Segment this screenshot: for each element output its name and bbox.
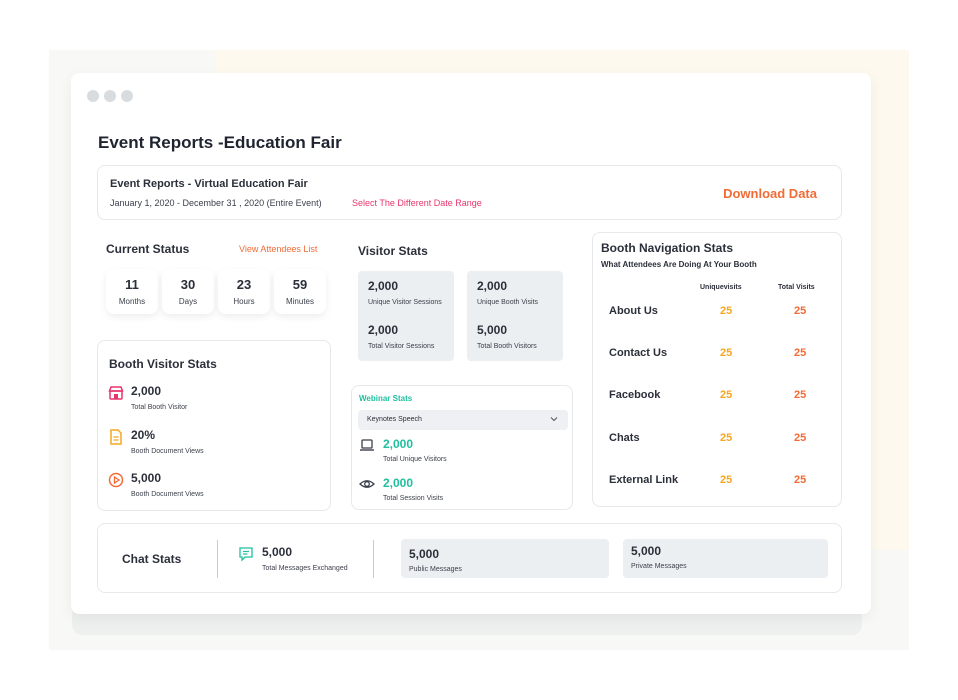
webinar-session-select[interactable]: Keynotes Speech <box>358 410 568 430</box>
stat-label: Booth Document Views <box>131 448 204 455</box>
stat-value: 2,000 <box>368 279 399 293</box>
stat-value: 5,000 <box>131 471 162 485</box>
countdown-value: 23 <box>236 277 252 292</box>
stat-value: 5,000 <box>477 323 508 337</box>
stat-label: Booth Document Views <box>131 491 204 498</box>
document-icon <box>110 429 122 445</box>
countdown-label: Minutes <box>285 297 314 306</box>
webinar-stats-card: Webinar Stats Keynotes Speech 2,000 Tota… <box>351 385 573 510</box>
booth-visitor-stats-title: Booth Visitor Stats <box>109 357 217 371</box>
private-messages-box: 5,000 Private Messages <box>623 539 828 578</box>
download-data-button[interactable]: Download Data <box>723 186 817 201</box>
view-attendees-link[interactable]: View Attendees List <box>239 244 317 254</box>
stat-value: 2,000 <box>131 384 162 398</box>
webinar-stats-title: Webinar Stats <box>359 394 413 403</box>
stat-label: Total Session Visits <box>383 495 444 502</box>
browser-window: Event Reports -Education Fair Event Repo… <box>71 73 871 614</box>
countdown-months: 11 Months <box>106 269 158 314</box>
countdown-minutes: 59 Minutes <box>274 269 326 314</box>
stat-label: Unique Visitor Sessions <box>368 299 442 306</box>
row-total-value: 25 <box>794 432 807 444</box>
visitor-stats-title: Visitor Stats <box>358 244 428 258</box>
window-dot-minimize[interactable] <box>104 90 116 102</box>
countdown-label: Hours <box>233 297 255 306</box>
row-total-value: 25 <box>794 347 807 359</box>
row-label: About Us <box>609 305 658 317</box>
column-header-unique: Uniquevisits <box>700 284 742 291</box>
row-label: Chats <box>609 432 640 444</box>
row-unique-value: 25 <box>720 389 733 401</box>
window-dot-close[interactable] <box>87 90 99 102</box>
divider <box>373 540 374 578</box>
play-circle-icon <box>108 472 124 488</box>
date-range: January 1, 2020 - December 31 , 2020 (En… <box>110 198 322 208</box>
eye-icon <box>359 480 375 488</box>
chat-stats-title: Chat Stats <box>122 552 182 566</box>
countdown-hours: 23 Hours <box>218 269 270 314</box>
divider <box>217 540 218 578</box>
stat-total-booth-visitors: 5,000 Total Booth Visitors <box>477 323 537 350</box>
column-header-total: Total Visits <box>778 284 815 291</box>
countdown-value: 59 <box>292 277 308 292</box>
row-total-value: 25 <box>794 389 807 401</box>
row-unique-value: 25 <box>720 305 733 317</box>
countdown-value: 30 <box>180 277 196 292</box>
report-title: Event Reports - Virtual Education Fair <box>110 178 308 190</box>
row-total-value: 25 <box>794 474 807 486</box>
booth-visitor-stats-card: Booth Visitor Stats 2,000 Total Booth Vi… <box>97 340 331 511</box>
stat-label: Total Visitor Sessions <box>368 343 435 350</box>
row-unique-value: 25 <box>720 432 733 444</box>
window-controls <box>87 90 133 102</box>
stat-label: Total Messages Exchanged <box>262 565 348 572</box>
stat-unique-booth-visits: 2,000 Unique Booth Visits <box>477 279 538 306</box>
stat-value: 5,000 <box>631 544 662 558</box>
row-label: Facebook <box>609 389 661 401</box>
page-title: Event Reports -Education Fair <box>98 133 342 152</box>
stat-value: 2,000 <box>477 279 508 293</box>
chat-stats-card: Chat Stats 5,000 Total Messages Exchange… <box>97 523 842 593</box>
countdown-label: Days <box>178 297 198 306</box>
countdown-label: Months <box>118 297 146 306</box>
chat-icon <box>239 547 253 562</box>
booth-navigation-title: Booth Navigation Stats <box>601 241 734 255</box>
stat-value: 5,000 <box>262 545 293 559</box>
current-status-title: Current Status <box>106 242 190 256</box>
store-icon <box>108 386 124 400</box>
booth-navigation-subtitle: What Attendees Are Doing At Your Booth <box>601 260 757 269</box>
stat-label: Public Messages <box>409 566 462 573</box>
webinar-selected-option: Keynotes Speech <box>367 416 422 423</box>
visitor-stats-box-left: 2,000 Unique Visitor Sessions 2,000 Tota… <box>358 271 454 361</box>
visitor-stats-box-right: 2,000 Unique Booth Visits 5,000 Total Bo… <box>467 271 563 361</box>
laptop-icon <box>360 439 374 451</box>
stat-value: 20% <box>131 428 156 442</box>
booth-navigation-stats-card: Booth Navigation Stats What Attendees Ar… <box>592 232 842 507</box>
stat-value: 2,000 <box>383 476 414 490</box>
stat-unique-visitor-sessions: 2,000 Unique Visitor Sessions <box>368 279 442 306</box>
row-total-value: 25 <box>794 305 807 317</box>
stat-value: 2,000 <box>383 437 414 451</box>
select-date-range-link[interactable]: Select The Different Date Range <box>352 198 482 208</box>
stat-label: Unique Booth Visits <box>477 299 538 306</box>
window-dot-maximize[interactable] <box>121 90 133 102</box>
stat-total-visitor-sessions: 2,000 Total Visitor Sessions <box>368 323 434 350</box>
stat-label: Total Unique Visitors <box>383 456 447 463</box>
row-unique-value: 25 <box>720 474 733 486</box>
row-unique-value: 25 <box>720 347 733 359</box>
stat-value: 2,000 <box>368 323 399 337</box>
countdown-value: 11 <box>125 277 139 292</box>
public-messages-box: 5,000 Public Messages <box>401 539 609 578</box>
stat-label: Private Messages <box>631 563 687 570</box>
stat-label: Total Booth Visitors <box>477 343 537 350</box>
countdown: 11 Months 30 Days 23 Hours 59 Minutes <box>106 269 326 314</box>
stat-label: Total Booth Visitor <box>131 404 188 411</box>
row-label: Contact Us <box>609 347 668 359</box>
row-label: External Link <box>609 474 679 486</box>
countdown-days: 30 Days <box>162 269 214 314</box>
chevron-down-icon <box>550 417 558 422</box>
stat-value: 5,000 <box>409 547 440 561</box>
report-header-card: Event Reports - Virtual Education Fair J… <box>97 165 842 220</box>
